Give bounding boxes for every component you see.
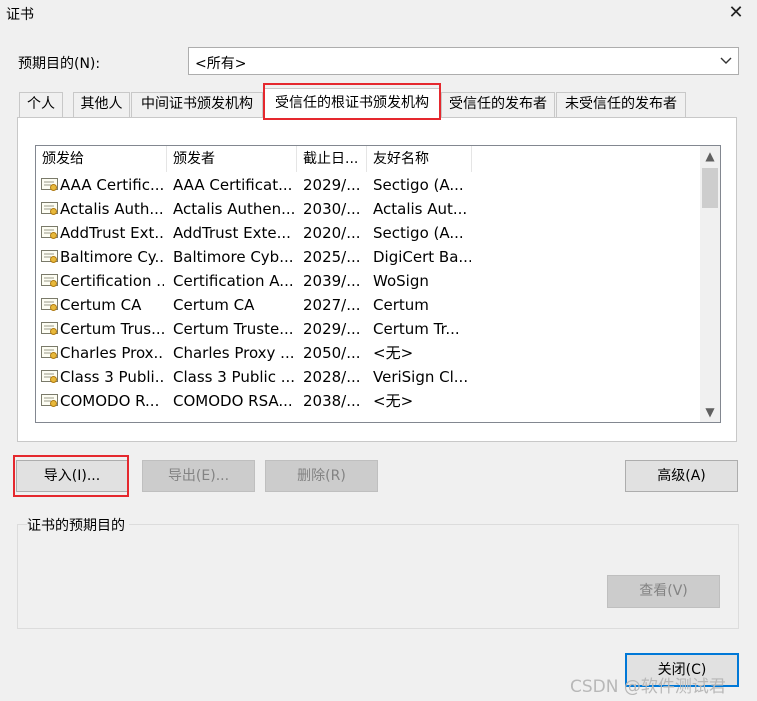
certificate-icon xyxy=(41,394,58,408)
table-row[interactable]: Certification ... Certification A... 2039/… xyxy=(36,269,700,293)
table-row[interactable]: Charles Prox... Charles Proxy ... 2050/...… xyxy=(36,341,700,365)
scroll-up-icon[interactable]: ▲ xyxy=(700,146,720,166)
table-cell-expires: 2028/... xyxy=(303,368,361,386)
column-header-issued-to[interactable]: 颁发给 xyxy=(36,146,167,172)
table-cell-issued-by: COMODO RSA... xyxy=(173,392,293,410)
tab-untrusted-publishers[interactable]: 未受信任的发布者 xyxy=(556,92,686,117)
table-cell-expires: 2025/... xyxy=(303,248,361,266)
table-cell-issued-by: Baltimore Cyb... xyxy=(173,248,294,266)
table-cell-issued-to: Certification ... xyxy=(60,272,164,290)
tab-intermediate-ca[interactable]: 中间证书颁发机构 xyxy=(131,92,263,117)
table-cell-expires: 2039/... xyxy=(303,272,361,290)
highlight-box xyxy=(263,83,441,120)
tab-trusted-publishers[interactable]: 受信任的发布者 xyxy=(441,92,555,117)
table-cell-issued-to: COMODO R... xyxy=(60,392,160,410)
certificate-icon xyxy=(41,202,58,216)
certificate-icon xyxy=(41,178,58,192)
table-cell-issued-to: Certum Trus... xyxy=(60,320,164,338)
certificate-icon xyxy=(41,346,58,360)
table-cell-issued-by: Actalis Authen... xyxy=(173,200,295,218)
table-row[interactable]: AddTrust Ext... AddTrust Exte... 2020/... S… xyxy=(36,221,700,245)
remove-button[interactable]: 删除(R) xyxy=(265,460,378,492)
column-header-expiration[interactable]: 截止日... xyxy=(297,146,367,172)
table-cell-expires: 2029/... xyxy=(303,176,361,194)
table-row[interactable]: Certum Trus... Certum Truste... 2029/... Ce… xyxy=(36,317,700,341)
table-cell-issued-to: Certum CA xyxy=(60,296,142,314)
table-row[interactable]: Class 3 Publi... Class 3 Public ... 2028/.… xyxy=(36,365,700,389)
table-cell-issued-by: AAA Certificat... xyxy=(173,176,293,194)
table-row[interactable]: Actalis Auth... Actalis Authen... 2030/...… xyxy=(36,197,700,221)
tab-label: 未受信任的发布者 xyxy=(565,96,677,112)
tab-label: 个人 xyxy=(27,96,55,112)
tab-personal[interactable]: 个人 xyxy=(19,92,63,117)
certificate-icon xyxy=(41,250,58,264)
certificate-icon xyxy=(41,274,58,288)
table-row[interactable]: Baltimore Cy... Baltimore Cyb... 2025/... D… xyxy=(36,245,700,269)
purpose-select[interactable]: <所有> xyxy=(188,47,739,75)
table-cell-issued-to: AddTrust Ext... xyxy=(60,224,164,242)
table-cell-friendly: Certum Tr... xyxy=(373,320,460,338)
table-cell-friendly: <无> xyxy=(373,392,414,410)
table-cell-expires: 2027/... xyxy=(303,296,361,314)
table-cell-friendly: <无> xyxy=(373,344,414,362)
table-cell-expires: 2020/... xyxy=(303,224,361,242)
table-cell-expires: 2030/... xyxy=(303,200,361,218)
certificate-icon xyxy=(41,370,58,384)
table-cell-issued-by: Class 3 Public ... xyxy=(173,368,295,386)
table-cell-issued-by: Charles Proxy ... xyxy=(173,344,295,362)
highlight-box xyxy=(13,455,129,497)
tab-label: 中间证书颁发机构 xyxy=(141,96,253,112)
certificate-icon xyxy=(41,226,58,240)
table-cell-expires: 2050/... xyxy=(303,344,361,362)
table-row[interactable]: AAA Certific... AAA Certificat... 2029/...… xyxy=(36,173,700,197)
table-cell-issued-to: Actalis Auth... xyxy=(60,200,164,218)
chevron-down-icon xyxy=(720,57,732,64)
tab-label: 其他人 xyxy=(80,96,123,112)
certificate-icon xyxy=(41,298,58,312)
table-row[interactable]: Certum CA Certum CA 2027/... Certum xyxy=(36,293,700,317)
table-cell-issued-to: AAA Certific... xyxy=(60,176,164,194)
table-cell-expires: 2029/... xyxy=(303,320,361,338)
intended-purposes-label: 证书的预期目的 xyxy=(27,515,129,535)
tab-others[interactable]: 其他人 xyxy=(73,92,130,117)
purpose-label: 预期目的(N): xyxy=(18,56,101,72)
vertical-scrollbar[interactable]: ▲ ▼ xyxy=(700,146,720,422)
advanced-button[interactable]: 高级(A) xyxy=(625,460,738,492)
view-button[interactable]: 查看(V) xyxy=(607,575,720,608)
table-cell-friendly: DigiCert Ba... xyxy=(373,248,471,266)
table-cell-friendly: VeriSign Cl... xyxy=(373,368,469,386)
table-cell-issued-by: Certification A... xyxy=(173,272,294,290)
certificate-list[interactable]: 颁发给 颁发者 截止日... 友好名称 AAA Certific... AAA C… xyxy=(35,145,721,423)
table-row[interactable]: COMODO R... COMODO RSA... 2038/... <无> xyxy=(36,389,700,413)
table-cell-friendly: Certum xyxy=(373,296,429,314)
table-cell-issued-to: Class 3 Publi... xyxy=(60,368,164,386)
table-cell-issued-by: AddTrust Exte... xyxy=(173,224,291,242)
certificate-icon xyxy=(41,322,58,336)
watermark: CSDN @软件测试君 xyxy=(570,677,726,697)
scroll-down-icon[interactable]: ▼ xyxy=(700,402,720,422)
column-header-friendly-name[interactable]: 友好名称 xyxy=(367,146,472,172)
table-cell-friendly: Sectigo (A... xyxy=(373,176,464,194)
table-cell-issued-to: Charles Prox... xyxy=(60,344,164,362)
table-cell-issued-by: Certum CA xyxy=(173,296,255,314)
column-header-issued-by[interactable]: 颁发者 xyxy=(167,146,297,172)
scroll-thumb[interactable] xyxy=(702,168,718,208)
table-cell-expires: 2038/... xyxy=(303,392,361,410)
table-cell-issued-by: Certum Truste... xyxy=(173,320,294,338)
table-cell-friendly: Actalis Aut... xyxy=(373,200,468,218)
window-title: 证书 xyxy=(6,7,34,23)
table-cell-issued-to: Baltimore Cy... xyxy=(60,248,164,266)
tab-label: 受信任的发布者 xyxy=(449,96,547,112)
table-cell-friendly: Sectigo (A... xyxy=(373,224,464,242)
purpose-select-value: <所有> xyxy=(195,56,247,72)
table-cell-friendly: WoSign xyxy=(373,272,429,290)
export-button[interactable]: 导出(E)... xyxy=(142,460,255,492)
close-icon[interactable]: ✕ xyxy=(726,2,746,24)
